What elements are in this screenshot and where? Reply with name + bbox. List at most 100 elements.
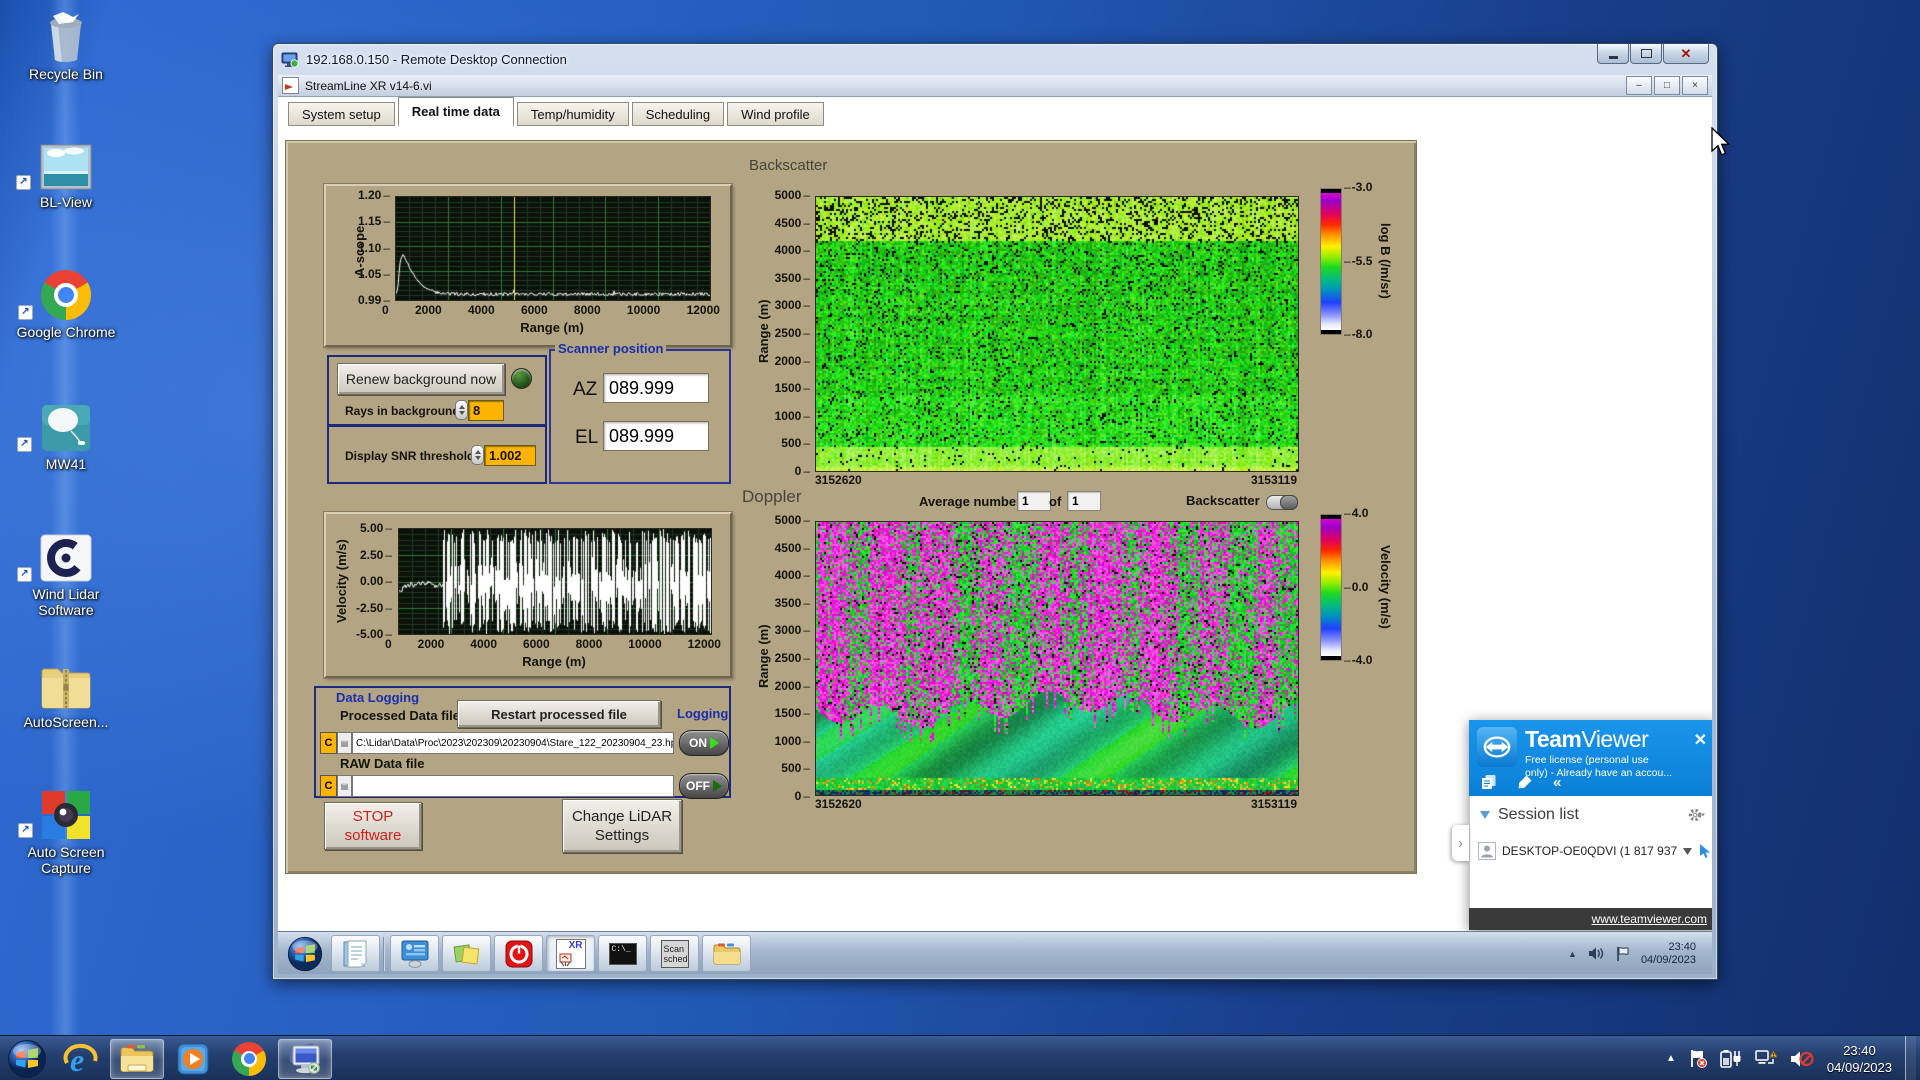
tray-expand-icon[interactable]: ▲ [1666, 1053, 1676, 1064]
desktop-icon-label: Google Chrome [16, 324, 116, 340]
change-lidar-settings-button[interactable]: Change LiDAR Settings [562, 799, 682, 853]
session-computer-name: DESKTOP-OE0QDVI (1 817 937 [1502, 844, 1678, 858]
processed-drive-selector[interactable]: C [320, 732, 337, 754]
app-titlebar[interactable]: StreamLine XR v14-6.vi – □ × [278, 75, 1712, 97]
mw41-icon: ↗ [8, 398, 124, 452]
remote-speaker-icon[interactable] [1588, 946, 1605, 961]
ascope-x-ticks: 0 2000 4000 6000 8000 10000 12000 [382, 304, 720, 316]
stop-software-button[interactable]: STOP software [324, 802, 422, 850]
remote-flag-icon[interactable] [1616, 946, 1630, 962]
velocity-plot-area[interactable] [398, 528, 712, 635]
teamviewer-body: Session list DESKTOP-OE0QDVI (1 817 937 [1469, 796, 1712, 908]
remote-cursor-icon [1700, 844, 1711, 858]
doppler-colorbar-label: Velocity (m/s) [1378, 545, 1393, 629]
rdp-titlebar[interactable]: 192.168.0.150 - Remote Desktop Connectio… [273, 44, 1717, 75]
host-start-button[interactable] [2, 1039, 52, 1079]
session-list-item[interactable]: DESKTOP-OE0QDVI (1 817 937 [1478, 842, 1712, 860]
az-value-field[interactable]: 089.999 [603, 373, 709, 403]
teamviewer-brush-icon[interactable] [1517, 774, 1533, 790]
remote-sticky-notes-button[interactable] [442, 935, 491, 972]
teamviewer-website-link[interactable]: www.teamviewer.com [1592, 912, 1707, 926]
ascope-y-ticks: 1.201.151.101.050.99 [344, 189, 390, 306]
raw-drive-selector[interactable]: C [320, 775, 337, 797]
host-remote-desktop-button[interactable] [278, 1038, 332, 1079]
maximize-button[interactable] [1630, 44, 1662, 64]
renew-background-button[interactable]: Renew background now [337, 363, 505, 395]
desktop-icon-bl-view[interactable]: ↗ BL-View [8, 136, 124, 210]
doppler-heatmap[interactable] [815, 521, 1299, 796]
snr-spinner[interactable] [471, 445, 484, 465]
close-button[interactable]: ✕ [1663, 44, 1709, 64]
app-close-button[interactable]: × [1682, 76, 1708, 95]
rdp-icon [281, 52, 299, 67]
average-number-field[interactable]: 1 [1017, 491, 1051, 511]
background-led-indicator[interactable] [511, 368, 532, 389]
snr-value-field[interactable]: 1.002 [484, 445, 536, 466]
raw-logging-off-button[interactable]: OFF [679, 773, 729, 799]
tab-system-setup[interactable]: System setup [288, 102, 395, 126]
host-chrome-button[interactable] [222, 1039, 276, 1079]
host-clock[interactable]: 23:40 04/09/2023 [1827, 1042, 1892, 1076]
teamviewer-footer: www.teamviewer.com [1469, 908, 1712, 930]
remote-streamline-xr-button[interactable]: XR [546, 935, 595, 972]
host-media-player-button[interactable] [166, 1039, 220, 1079]
tab-scheduling[interactable]: Scheduling [631, 102, 725, 126]
host-explorer-button[interactable] [110, 1038, 164, 1079]
backscatter-heatmap[interactable] [815, 196, 1299, 472]
el-value-field[interactable]: 089.999 [603, 421, 709, 451]
processed-logging-on-button[interactable]: ON [679, 730, 729, 756]
remote-folder-button[interactable] [702, 935, 751, 972]
remote-tray-expand-icon[interactable]: ▲ [1568, 949, 1577, 959]
processed-path-field[interactable]: C:\Lidar\Data\Proc\2023\202309\20230904\… [352, 732, 674, 754]
remote-display-settings-button[interactable] [390, 935, 439, 972]
shortcut-arrow-icon: ↗ [17, 567, 32, 582]
remote-notepad-button[interactable] [331, 935, 380, 972]
tab-real-time-data[interactable]: Real time data [397, 97, 514, 126]
svg-text:e: e [70, 1042, 84, 1077]
rays-value-field[interactable]: 8 [468, 400, 504, 421]
teamviewer-collapse-icon[interactable]: « [1553, 774, 1561, 791]
rays-spinner[interactable] [455, 400, 468, 420]
host-internet-explorer-button[interactable]: e [54, 1039, 108, 1079]
desktop-icon-autoscreen-zip[interactable]: AutoScreen... [8, 656, 124, 730]
tab-temp-humidity[interactable]: Temp/humidity [516, 102, 629, 126]
app-minimize-button[interactable]: – [1626, 76, 1652, 95]
desktop-icon-auto-screen-capture[interactable]: ↗ Auto Screen Capture [8, 786, 124, 876]
power-battery-icon[interactable] [1720, 1049, 1742, 1068]
show-desktop-button[interactable] [1905, 1036, 1916, 1080]
backscatter-colorbar [1320, 188, 1342, 335]
app-restore-button[interactable]: □ [1654, 76, 1680, 95]
desktop-icon-google-chrome[interactable]: ↗ Google Chrome [8, 266, 124, 340]
minimize-button[interactable] [1597, 44, 1629, 64]
chevron-down-icon[interactable] [1683, 847, 1693, 855]
desktop-icon-wind-lidar[interactable]: ↗ Wind Lidar Software [8, 528, 124, 618]
average-total-field[interactable]: 1 [1067, 491, 1101, 511]
ascope-plot-area[interactable] [395, 196, 711, 301]
backscatter-toggle-switch[interactable] [1266, 495, 1298, 510]
remote-clock[interactable]: 23:40 04/09/2023 [1641, 941, 1696, 967]
teamviewer-side-tab[interactable]: › [1452, 825, 1469, 861]
session-settings-gear-icon[interactable] [1688, 808, 1706, 822]
teamviewer-copy-icon[interactable] [1481, 774, 1497, 790]
session-list-header[interactable]: Session list [1480, 806, 1579, 824]
remote-power-off-button[interactable] [494, 935, 543, 972]
teamviewer-header: TeamViewer ✕ Free license (personal use o… [1469, 720, 1712, 796]
tick-label: 1.20 [358, 189, 390, 201]
desktop-icon-label: Recycle Bin [29, 66, 103, 82]
action-center-flag-icon[interactable] [1689, 1049, 1707, 1068]
tab-wind-profile[interactable]: Wind profile [727, 102, 824, 126]
average-of-label: of [1049, 494, 1062, 509]
desktop-icon-recycle-bin[interactable]: Recycle Bin [8, 8, 124, 82]
network-status-icon[interactable] [1755, 1049, 1777, 1068]
volume-muted-icon[interactable] [1790, 1049, 1814, 1069]
raw-browse-icon[interactable]: ▤ [337, 775, 352, 797]
desktop-icon-mw41[interactable]: ↗ MW41 [8, 398, 124, 472]
remote-scan-scheduler-button[interactable]: Scan sched [650, 935, 699, 972]
remote-start-button[interactable] [282, 934, 328, 974]
raw-path-field[interactable] [352, 775, 674, 797]
power-off-icon [505, 940, 532, 967]
teamviewer-close-icon[interactable]: ✕ [1694, 730, 1707, 750]
remote-command-prompt-button[interactable]: C:\_ [598, 935, 647, 972]
restart-processed-file-button[interactable]: Restart processed file [457, 700, 661, 728]
processed-browse-icon[interactable]: ▤ [337, 732, 352, 754]
